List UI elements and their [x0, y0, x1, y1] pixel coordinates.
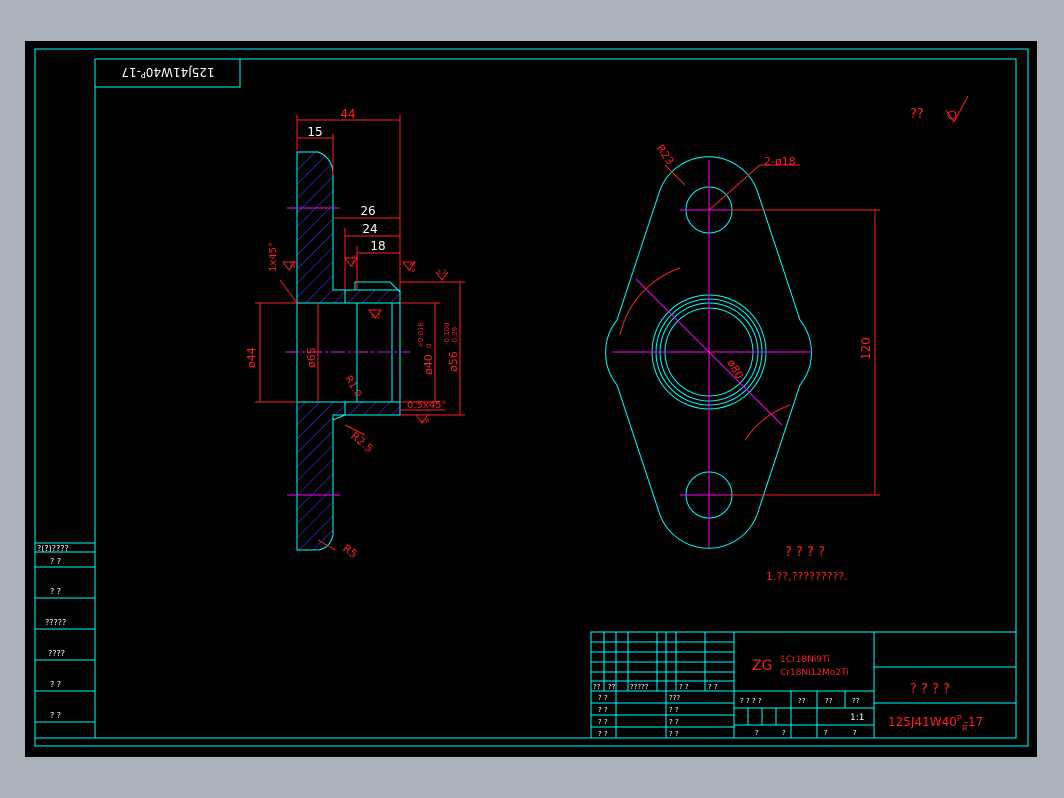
dim-chamfer: 1x45° [268, 242, 279, 272]
rough-125: 12.5 [352, 254, 359, 268]
tb-hdr-3: ????? [630, 683, 649, 691]
svg-text:125J41W40P-17: 125J41W40P-17 [121, 65, 214, 79]
dim-24: 24 [362, 222, 377, 236]
dim-44: 44 [340, 107, 355, 121]
dim-phi56-tol-up: -0.100 [443, 322, 451, 345]
tb-row-label-4: ? ? [598, 730, 608, 738]
roughness-label: ?? [910, 107, 924, 122]
tb-row2-label-2: ? ? [669, 706, 679, 714]
notes-line1: 1.??,?????????. [766, 570, 848, 583]
left-table-row-5: ? ? [50, 680, 61, 689]
drawing-code: 125J41W40P -17 [888, 714, 983, 729]
tb-row-label-3: ? ? [598, 718, 608, 726]
tb-row-label-2: ? ? [598, 706, 608, 714]
left-table-header: ?(?)???? [37, 544, 69, 553]
tb-bottom-1: ? [755, 729, 759, 737]
stamp-suffix: -17 [121, 65, 141, 79]
rough-32a: 3.2 [371, 313, 381, 320]
drawing-code-sub: R [962, 724, 968, 733]
tb-hdr-5: ? ? [708, 683, 718, 691]
tb-hdr-1: ?? [593, 683, 601, 691]
tb-bottom-3: ? [824, 729, 828, 737]
material-grade-1: 1Cr18Ni9Ti [780, 655, 830, 665]
boss-hatch-top [344, 289, 401, 304]
scale: 1:1 [850, 713, 864, 723]
cad-drawing: 125J41W40P-17 ?? 44 15 26 24 18 1x45° ø4… [25, 41, 1037, 757]
tb-hdr-2: ?? [608, 683, 616, 691]
dim-phi40-tol-lo: 0 [425, 344, 433, 348]
tb-bottom-2: ? [782, 729, 786, 737]
material-grade-2: Cr18Ni12Mo2Ti [780, 668, 849, 678]
dim-18: 18 [370, 239, 385, 253]
tb-mid-3: ?? [825, 697, 833, 705]
part-name: ? ? ? ? [910, 682, 950, 697]
left-table-row-3: ????? [45, 618, 66, 627]
tb-hdr-4: ? ? [679, 683, 689, 691]
left-table-row-1: ? ? [50, 557, 61, 566]
material-zg: ZG [752, 658, 772, 674]
left-table-row-6: ? ? [50, 711, 61, 720]
tb-row-label-1: ? ? [598, 694, 608, 702]
dim-chamfer2: 0.5x45° [407, 400, 447, 411]
rough-25: 25 [290, 260, 297, 268]
tb-row2-label-4: ? ? [669, 730, 679, 738]
dim-phi56-tol-lo: -0.29 [451, 327, 459, 345]
dim-2-phi18: 2-ø18 [764, 155, 796, 168]
tb-mid-4: ?? [852, 697, 860, 705]
dim-phi56: ø56 [447, 351, 460, 372]
dim-26: 26 [360, 204, 375, 218]
tb-mid-1: ? ? ? ? [740, 697, 762, 705]
dim-120: 120 [859, 337, 873, 360]
notes-title: ? ? ? ? [785, 545, 825, 560]
dim-phi40-tol-up: +0.016 [417, 322, 425, 348]
tb-mid-2: ?? [798, 697, 806, 705]
rough-32b: 3.2 [437, 269, 447, 276]
drawing-canvas [25, 41, 1037, 757]
left-table-row-2: ? ? [50, 587, 61, 596]
tb-bottom-4: ? [853, 729, 857, 737]
rough-16: 1.6 [420, 418, 430, 425]
tb-row2-label-3: ? ? [669, 718, 679, 726]
dim-phi40: ø40 [422, 354, 435, 375]
tb-row2-label-1: ??? [669, 694, 680, 702]
dim-15: 15 [307, 125, 322, 139]
dim-phi65: ø65 [305, 347, 318, 368]
rough-63a: 6.3 [410, 262, 417, 272]
boss-hatch-bottom [344, 401, 401, 416]
left-table-row-4: ???? [48, 649, 65, 658]
stamp-code: 125J41W40 [146, 65, 215, 79]
dim-phi44: ø44 [245, 347, 258, 368]
